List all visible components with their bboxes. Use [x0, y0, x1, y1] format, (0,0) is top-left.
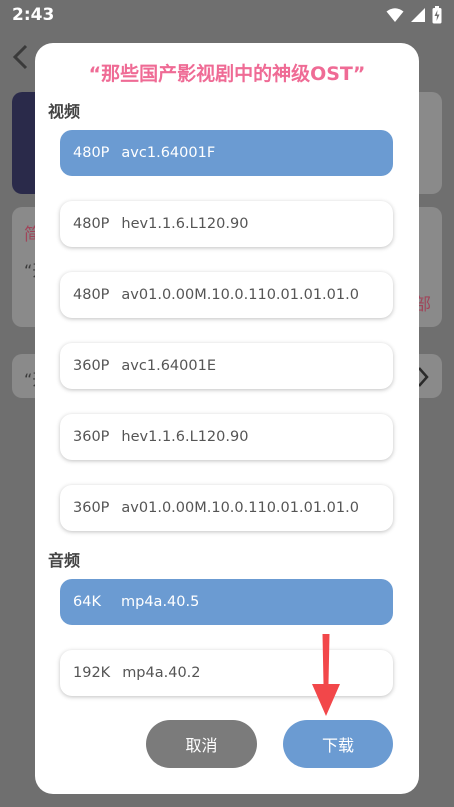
video-option[interactable]: 360P avc1.64001E — [60, 343, 393, 389]
video-option[interactable]: 480P av01.0.00M.10.0.110.01.01.01.0 — [60, 272, 393, 318]
audio-option[interactable]: 64K mp4a.40.5 — [60, 579, 393, 625]
dialog-title: “那些国产影视剧中的神级OST” — [88, 63, 366, 85]
option-bitrate: 192K — [73, 665, 111, 681]
option-resolution: 480P — [73, 287, 110, 303]
option-codec: avc1.64001F — [121, 145, 216, 161]
audio-option[interactable]: 192K mp4a.40.2 — [60, 650, 393, 696]
option-resolution: 360P — [73, 500, 110, 516]
option-codec: av01.0.00M.10.0.110.01.01.01.0 — [121, 500, 359, 516]
download-dialog: “那些国产影视剧中的神级OST” 视频 480P avc1.64001F 480… — [35, 43, 419, 794]
status-bar: 2:43 — [0, 0, 454, 32]
battery-icon — [432, 6, 442, 24]
wifi-icon — [386, 8, 404, 22]
option-bitrate: 64K — [73, 594, 101, 610]
option-codec: mp4a.40.2 — [122, 665, 201, 681]
option-resolution: 480P — [73, 216, 110, 232]
cancel-button[interactable]: 取消 — [146, 720, 257, 768]
option-codec: hev1.1.6.L120.90 — [121, 429, 249, 445]
option-codec: hev1.1.6.L120.90 — [121, 216, 249, 232]
status-time: 2:43 — [12, 5, 55, 25]
option-codec: avc1.64001E — [121, 358, 216, 374]
status-icons — [386, 6, 442, 24]
option-resolution: 360P — [73, 358, 110, 374]
video-option[interactable]: 360P av01.0.00M.10.0.110.01.01.01.0 — [60, 485, 393, 531]
audio-section-label: 音频 — [48, 551, 81, 570]
download-button[interactable]: 下载 — [283, 720, 393, 768]
video-option[interactable]: 480P avc1.64001F — [60, 130, 393, 176]
video-section-label: 视频 — [48, 102, 81, 121]
option-codec: mp4a.40.5 — [121, 594, 200, 610]
signal-icon — [411, 8, 425, 22]
option-codec: av01.0.00M.10.0.110.01.01.01.0 — [121, 287, 359, 303]
video-option[interactable]: 360P hev1.1.6.L120.90 — [60, 414, 393, 460]
back-arrow-icon[interactable] — [10, 44, 32, 70]
video-option[interactable]: 480P hev1.1.6.L120.90 — [60, 201, 393, 247]
option-resolution: 480P — [73, 145, 110, 161]
red-arrow-icon — [312, 634, 340, 716]
option-resolution: 360P — [73, 429, 110, 445]
